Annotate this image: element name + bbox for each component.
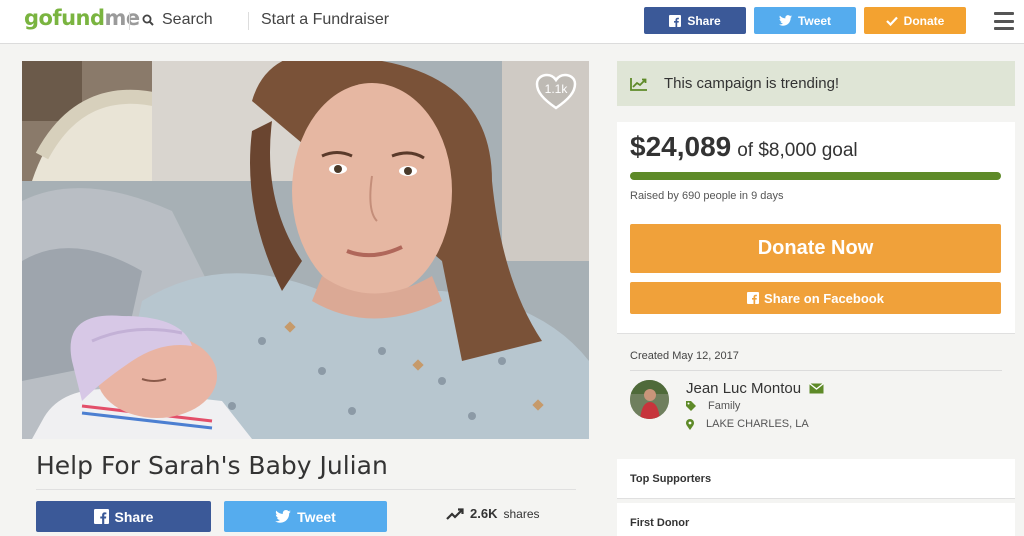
tweet-button[interactable]: Tweet	[224, 501, 387, 532]
facebook-icon	[669, 14, 682, 27]
organizer-category: Family	[686, 400, 740, 412]
goal-text: of $8,000 goal	[737, 140, 858, 161]
trending-text: This campaign is trending!	[664, 75, 840, 92]
header-divider	[248, 12, 249, 30]
shares-label: shares	[503, 506, 540, 521]
facebook-icon	[747, 292, 760, 304]
header-share-label: Share	[687, 13, 721, 28]
organizer-name[interactable]: Jean Luc Montou	[686, 380, 824, 397]
trending-up-icon	[446, 507, 464, 520]
tag-icon	[686, 401, 696, 411]
heart-button[interactable]: 1.1k	[535, 73, 577, 111]
twitter-icon	[275, 510, 291, 523]
progress-bar	[630, 172, 1001, 180]
header-share-button[interactable]: Share	[644, 7, 746, 34]
trend-chart-icon	[630, 77, 647, 91]
organizer-name-text: Jean Luc Montou	[686, 380, 802, 397]
raised-by-text: Raised by 690 people in 9 days	[630, 190, 784, 202]
organizer-avatar[interactable]	[630, 380, 669, 419]
header-donate-button[interactable]: Donate	[864, 7, 966, 34]
organizer-location: LAKE CHARLES, LA	[686, 418, 809, 430]
category-text: Family	[708, 400, 741, 412]
search-button[interactable]: Search	[142, 11, 213, 29]
envelope-icon[interactable]	[809, 383, 824, 394]
title-divider	[36, 489, 576, 490]
donate-now-button[interactable]: Donate Now	[630, 224, 1001, 273]
campaign-photo-image	[22, 61, 589, 439]
shares-count: 2.6K shares	[446, 506, 540, 521]
first-donor-card: First Donor	[617, 503, 1015, 536]
campaign-photo[interactable]	[22, 61, 589, 439]
shares-number: 2.6K	[470, 506, 498, 521]
share-on-facebook-label: Share on Facebook	[764, 290, 884, 306]
first-donor-heading: First Donor	[630, 517, 690, 529]
menu-icon[interactable]	[994, 12, 1014, 30]
progress-fill	[630, 172, 1001, 180]
avatar-image	[630, 380, 669, 419]
share-label: Share	[114, 508, 154, 525]
header-divider	[129, 12, 130, 30]
tweet-label: Tweet	[297, 508, 336, 525]
goal-card: $24,089 of $8,000 goal Raised by 690 peo…	[617, 122, 1015, 334]
top-supporters-heading: Top Supporters	[630, 473, 712, 485]
created-date: Created May 12, 2017	[630, 350, 739, 362]
start-fundraiser-link[interactable]: Start a Fundraiser	[261, 11, 389, 29]
facebook-icon	[93, 509, 109, 524]
header-tweet-button[interactable]: Tweet	[754, 7, 856, 34]
top-header: gofundme Search Start a Fundraiser Share…	[0, 0, 1024, 44]
campaign-title: Help For Sarah's Baby Julian	[36, 451, 388, 480]
share-on-facebook-button[interactable]: Share on Facebook	[630, 282, 1001, 314]
header-tweet-label: Tweet	[797, 13, 832, 28]
trending-banner: This campaign is trending!	[617, 61, 1015, 106]
checkmark-icon	[885, 16, 898, 26]
map-pin-icon	[686, 418, 694, 430]
twitter-icon	[778, 15, 792, 26]
gofundme-logo[interactable]: gofundme	[24, 6, 140, 30]
heart-count: 1.1k	[544, 82, 568, 96]
created-divider	[630, 370, 1002, 371]
raised-amount: $24,089	[630, 131, 732, 162]
amount-raised: $24,089 of $8,000 goal	[630, 131, 858, 163]
top-supporters-card: Top Supporters	[617, 459, 1015, 499]
header-donate-label: Donate	[903, 13, 945, 28]
search-label: Search	[162, 11, 213, 28]
share-button[interactable]: Share	[36, 501, 211, 532]
search-icon	[142, 14, 154, 26]
location-text: LAKE CHARLES, LA	[706, 418, 809, 430]
